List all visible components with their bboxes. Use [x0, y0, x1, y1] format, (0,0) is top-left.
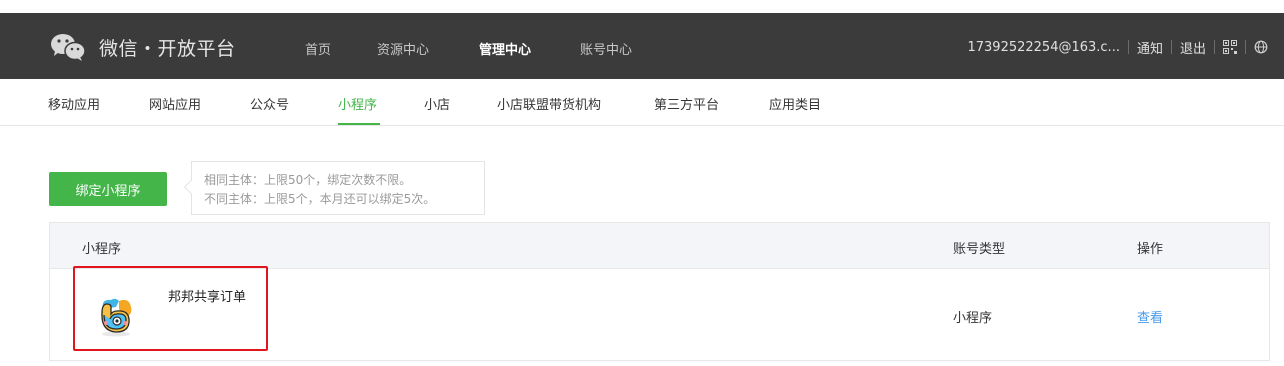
nav-home[interactable]: 首页 — [305, 39, 331, 58]
tip-line-different-subject: 不同主体：上限5个，本月还可以绑定5次。 — [204, 192, 436, 206]
qrcode-icon[interactable] — [1223, 40, 1237, 54]
tab-mini-program[interactable]: 小程序 — [338, 94, 377, 113]
account-type-value: 小程序 — [953, 311, 993, 326]
mini-program-table: 小程序 账号类型 操作 邦邦共享订单 小程序 查看 — [49, 222, 1270, 361]
divider — [1214, 40, 1215, 54]
tab-third-party[interactable]: 第三方平台 — [654, 94, 719, 113]
nav-management[interactable]: 管理中心 — [479, 39, 531, 58]
active-tab-indicator — [338, 123, 380, 125]
tab-website-app[interactable]: 网站应用 — [149, 94, 201, 113]
nav-account[interactable]: 账号中心 — [580, 39, 632, 58]
brand-title[interactable]: 微信・开放平台 — [99, 34, 236, 61]
bind-mini-program-button[interactable]: 绑定小程序 — [49, 172, 167, 206]
nav-resources[interactable]: 资源中心 — [377, 39, 429, 58]
divider — [1127, 40, 1129, 54]
tab-mobile-app[interactable]: 移动应用 — [48, 94, 100, 113]
view-link[interactable]: 查看 — [1137, 307, 1163, 326]
top-bar: 微信・开放平台 首页 资源中心 管理中心 账号中心 17392522254@16… — [0, 13, 1284, 79]
column-mini-program: 小程序 — [82, 242, 122, 257]
tab-shop[interactable]: 小店 — [424, 94, 450, 113]
tip-line-same-subject: 相同主体：上限50个，绑定次数不限。 — [204, 173, 412, 187]
logout-link[interactable]: 退出 — [1180, 38, 1206, 57]
highlight-box — [73, 266, 268, 351]
table-header: 小程序 账号类型 操作 — [50, 223, 1269, 269]
tab-shop-alliance[interactable]: 小店联盟带货机构 — [497, 94, 601, 113]
globe-icon[interactable] — [1254, 40, 1268, 54]
tip-arrow — [183, 179, 199, 195]
tab-official-account[interactable]: 公众号 — [250, 94, 289, 113]
account-email[interactable]: 17392522254@163.c... — [967, 40, 1119, 55]
divider — [1170, 40, 1172, 54]
column-actions: 操作 — [1137, 242, 1164, 257]
column-account-type: 账号类型 — [953, 242, 1006, 257]
tab-app-category[interactable]: 应用类目 — [769, 94, 821, 113]
sub-nav: 移动应用 网站应用 公众号 小程序 小店 小店联盟带货机构 第三方平台 应用类目 — [0, 79, 1284, 126]
bind-limit-tip: 相同主体：上限50个，绑定次数不限。 不同主体：上限5个，本月还可以绑定5次。 — [183, 161, 485, 215]
divider — [1245, 40, 1246, 54]
notify-link[interactable]: 通知 — [1137, 38, 1163, 57]
table-row: 邦邦共享订单 小程序 查看 — [50, 266, 1269, 361]
user-menu: 17392522254@163.c... 通知 退出 — [967, 37, 1268, 57]
wechat-logo-icon[interactable] — [48, 31, 88, 63]
